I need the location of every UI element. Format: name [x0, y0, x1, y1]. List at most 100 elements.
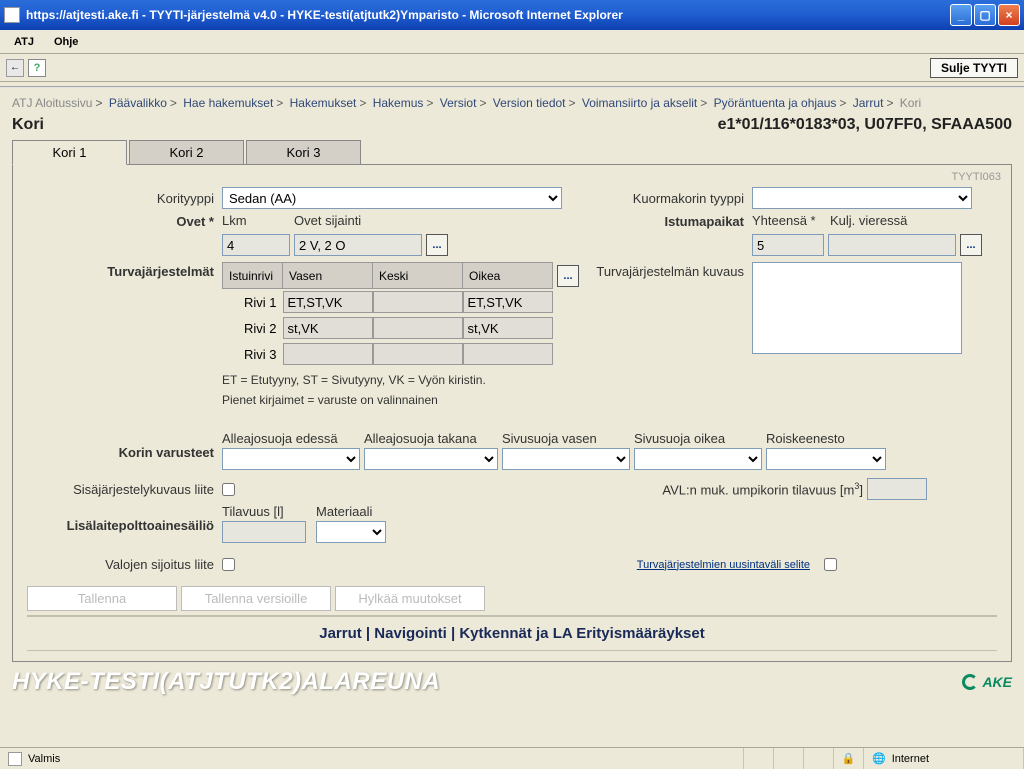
safety-legend1: ET = Etutyyny, ST = Sivutyyny, VK = Vyön…	[222, 373, 582, 387]
crumb-hae[interactable]: Hae hakemukset	[183, 96, 273, 110]
label-avl: AVL:n muk. umpikorin tilavuus [m	[662, 482, 854, 497]
safety-detail-button[interactable]: ...	[557, 265, 579, 287]
r1-vasen-input[interactable]	[283, 291, 373, 313]
crumb-versiot[interactable]: Versiot	[440, 96, 477, 110]
th-vasen: Vasen	[283, 263, 373, 289]
ie-status-icon	[8, 752, 22, 766]
istumapaikat-detail-button[interactable]: ...	[960, 234, 982, 256]
label-rivi1: Rivi 1	[223, 289, 283, 316]
status-ready: Valmis	[28, 753, 60, 765]
label-sisa: Sisäjärjestelykuvaus liite	[27, 482, 222, 497]
label-istumapaikat: Istumapaikat	[562, 214, 752, 229]
label-at: Alleajosuoja takana	[364, 431, 498, 446]
label-tilavuus: Tilavuus [l]	[222, 504, 306, 519]
safety-table: Istuinrivi Vasen Keski Oikea ... Rivi 1	[222, 262, 579, 367]
ovet-sijainti-input[interactable]	[294, 234, 422, 256]
yhteensa-input[interactable]	[752, 234, 824, 256]
safety-legend2: Pienet kirjaimet = varuste on valinnaine…	[222, 393, 582, 407]
help-button[interactable]: ?	[28, 59, 46, 77]
tab-kori-1[interactable]: Kori 1	[12, 140, 127, 165]
label-turva-kuvaus: Turvajärjestelmän kuvaus	[596, 264, 744, 279]
kulj-input[interactable]	[828, 234, 956, 256]
brand-ring-icon	[962, 674, 978, 690]
label-valojen: Valojen sijoitus liite	[27, 557, 222, 572]
crumb-versiontiedot[interactable]: Version tiedot	[493, 96, 566, 110]
lkm-input[interactable]	[222, 234, 290, 256]
korityyppi-select[interactable]: Sedan (AA)	[222, 187, 562, 209]
crumb-pyorantuenta[interactable]: Pyöräntuenta ja ohjaus	[714, 96, 837, 110]
status-zone: Internet	[892, 753, 929, 765]
r1-oikea-input[interactable]	[463, 291, 553, 313]
label-korin-varusteet: Korin varusteet	[27, 431, 222, 460]
th-oikea: Oikea	[463, 263, 553, 289]
label-so: Sivusuoja oikea	[634, 431, 762, 446]
label-lkm: Lkm	[222, 213, 294, 228]
th-istuinrivi: Istuinrivi	[223, 263, 283, 289]
turva-selite-link[interactable]: Turvajärjestelmien uusintaväli selite	[637, 559, 810, 571]
r3-oikea-input[interactable]	[463, 343, 553, 365]
valojen-checkbox[interactable]	[222, 558, 235, 571]
r2-vasen-input[interactable]	[283, 317, 373, 339]
sisa-checkbox[interactable]	[222, 483, 235, 496]
crumb-hakemukset[interactable]: Hakemukset	[290, 96, 357, 110]
environment-label: HYKE-TESTI(ATJTUTK2)ALAREUNA	[12, 668, 440, 696]
label-korityyppi: Korityyppi	[27, 191, 222, 206]
breadcrumb: ATJ Aloitussivu> Päävalikko> Hae hakemuk…	[0, 92, 1024, 114]
maximize-button[interactable]: ▢	[974, 4, 996, 26]
ie-icon	[4, 7, 20, 23]
lock-icon: 🔒	[842, 752, 856, 765]
re-select[interactable]	[766, 448, 886, 470]
materiaali-select[interactable]	[316, 521, 386, 543]
turva-selite-checkbox[interactable]	[824, 558, 837, 571]
tab-kori-3[interactable]: Kori 3	[246, 140, 361, 164]
crumb-paavalikko[interactable]: Päävalikko	[109, 96, 167, 110]
menu-atj[interactable]: ATJ	[4, 33, 44, 51]
th-keski: Keski	[373, 263, 463, 289]
label-kuormakorin: Kuormakorin tyyppi	[562, 191, 752, 206]
tallenna-versioille-button[interactable]: Tallenna versioille	[181, 586, 331, 611]
label-lisa: Lisälaitepolttoainesäiliö	[27, 504, 222, 533]
r3-keski-input[interactable]	[373, 343, 463, 365]
tilavuus-input[interactable]	[222, 521, 306, 543]
r2-oikea-input[interactable]	[463, 317, 553, 339]
ae-select[interactable]	[222, 448, 360, 470]
back-button[interactable]: ←	[6, 59, 24, 77]
page-ref: e1*01/116*0183*03, U07FF0, SFAAA500	[718, 116, 1012, 134]
crumb-voimansiirto[interactable]: Voimansiirto ja akselit	[582, 96, 697, 110]
label-sv: Sivusuoja vasen	[502, 431, 630, 446]
label-kulj: Kulj. vieressä	[830, 213, 907, 228]
page-code: TYYTI063	[951, 171, 1001, 183]
minimize-button[interactable]: _	[950, 4, 972, 26]
label-ovet-sijainti: Ovet sijainti	[294, 213, 361, 228]
close-button[interactable]: ×	[998, 4, 1020, 26]
label-rivi2: Rivi 2	[223, 315, 283, 341]
window-title: https://atjtesti.ake.fi - TYYTI-järjeste…	[26, 8, 950, 22]
crumb-jarrut[interactable]: Jarrut	[853, 96, 884, 110]
turva-kuvaus-textarea[interactable]	[752, 262, 962, 354]
label-ovet: Ovet *	[27, 214, 222, 229]
ovet-detail-button[interactable]: ...	[426, 234, 448, 256]
sulje-tyyti-button[interactable]: Sulje TYYTI	[930, 58, 1018, 78]
sv-select[interactable]	[502, 448, 630, 470]
so-select[interactable]	[634, 448, 762, 470]
label-yhteensa: Yhteensä *	[752, 213, 830, 228]
label-turva: Turvajärjestelmät	[27, 262, 222, 279]
crumb-hakemus[interactable]: Hakemus	[373, 96, 424, 110]
label-rivi3: Rivi 3	[223, 341, 283, 367]
label-materiaali: Materiaali	[316, 504, 386, 519]
r3-vasen-input[interactable]	[283, 343, 373, 365]
brand-logo: AKE	[962, 674, 1012, 690]
kuormakorin-select[interactable]	[752, 187, 972, 209]
tab-kori-2[interactable]: Kori 2	[129, 140, 244, 164]
label-re: Roiskeenesto	[766, 431, 886, 446]
menu-ohje[interactable]: Ohje	[44, 33, 88, 51]
hylkaa-button[interactable]: Hylkää muutokset	[335, 586, 485, 611]
tallenna-button[interactable]: Tallenna	[27, 586, 177, 611]
r2-keski-input[interactable]	[373, 317, 463, 339]
globe-icon: 🌐	[872, 752, 886, 765]
avl-input[interactable]	[867, 478, 927, 500]
r1-keski-input[interactable]	[373, 291, 463, 313]
crumb-kori: Kori	[900, 96, 921, 110]
bottom-nav[interactable]: Jarrut | Navigointi | Kytkennät ja LA Er…	[27, 615, 997, 651]
at-select[interactable]	[364, 448, 498, 470]
